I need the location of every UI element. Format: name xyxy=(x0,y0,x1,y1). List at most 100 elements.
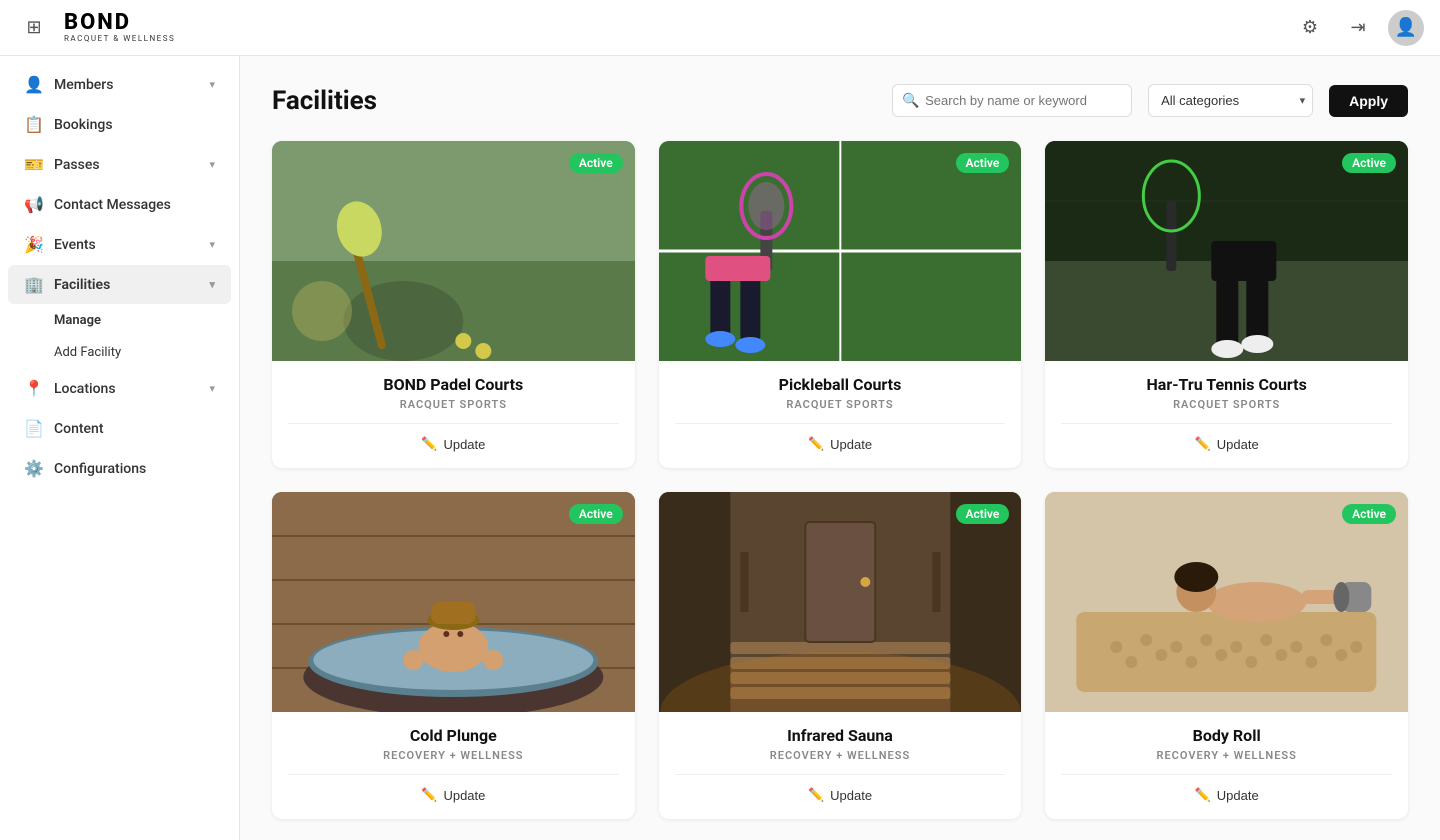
card-name-body-roll: Body Roll xyxy=(1061,726,1392,745)
sidebar-item-members[interactable]: 👤 Members ▾ xyxy=(8,65,231,104)
update-button-bond-padel[interactable]: ✏️ Update xyxy=(421,436,485,452)
apply-label: Apply xyxy=(1349,93,1388,109)
sidebar-sub-label-add-facility: Add Facility xyxy=(54,345,121,360)
card-category-tennis: RACQUET SPORTS xyxy=(1061,398,1392,411)
pencil-icon-body-roll: ✏️ xyxy=(1195,787,1211,803)
padel-illustration xyxy=(272,141,635,361)
facility-card-infrared-sauna: Active Infrared Sauna RECOVERY + WELLNES… xyxy=(659,492,1022,819)
grid-icon: ⊞ xyxy=(26,17,41,38)
logo: BOND RACQUET & WELLNESS xyxy=(64,12,175,43)
card-category-pickleball: RACQUET SPORTS xyxy=(675,398,1006,411)
pencil-icon-infrared-sauna: ✏️ xyxy=(808,787,824,803)
sidebar-label-bookings: Bookings xyxy=(54,117,113,133)
logo-text: BOND xyxy=(64,12,175,34)
update-label-body-roll: Update xyxy=(1217,788,1259,803)
category-select-wrapper: All categories Racquet Sports Recovery +… xyxy=(1148,84,1313,117)
sidebar-item-facilities[interactable]: 🏢 Facilities ▾ xyxy=(8,265,231,304)
card-name-pickleball: Pickleball Courts xyxy=(675,375,1006,394)
card-divider-infrared-sauna xyxy=(675,774,1006,775)
card-name-cold-plunge: Cold Plunge xyxy=(288,726,619,745)
facility-card-tennis: Active Har-Tru Tennis Courts RACQUET SPO… xyxy=(1045,141,1408,468)
card-divider xyxy=(288,423,619,424)
facility-card-bond-padel: Active BOND Padel Courts RACQUET SPORTS … xyxy=(272,141,635,468)
sidebar-label-events: Events xyxy=(54,237,96,253)
update-label-bond-padel: Update xyxy=(443,437,485,452)
sidebar-label-facilities: Facilities xyxy=(54,277,110,293)
update-button-pickleball[interactable]: ✏️ Update xyxy=(808,436,872,452)
card-divider-body-roll xyxy=(1061,774,1392,775)
main-content: Facilities 🔍 All categories Racquet Spor… xyxy=(240,56,1440,840)
chevron-locations: ▾ xyxy=(209,382,215,395)
card-image-body-roll: Active xyxy=(1045,492,1408,712)
update-button-tennis[interactable]: ✏️ Update xyxy=(1195,436,1259,452)
chevron-events: ▾ xyxy=(209,238,215,251)
sidebar-item-events[interactable]: 🎉 Events ▾ xyxy=(8,225,231,264)
sidebar-sub-label-manage: Manage xyxy=(54,313,101,328)
sidebar-sub-item-add-facility[interactable]: Add Facility xyxy=(8,337,231,368)
members-icon: 👤 xyxy=(24,75,44,94)
card-image-bond-padel: Active xyxy=(272,141,635,361)
pickleball-illustration xyxy=(659,141,1022,361)
pencil-icon-cold-plunge: ✏️ xyxy=(421,787,437,803)
apply-button[interactable]: Apply xyxy=(1329,85,1408,117)
logout-icon: ⇥ xyxy=(1350,17,1365,38)
update-button-cold-plunge[interactable]: ✏️ Update xyxy=(421,787,485,803)
sidebar-label-locations: Locations xyxy=(54,381,116,397)
sidebar-item-locations[interactable]: 📍 Locations ▾ xyxy=(8,369,231,408)
status-badge-bond-padel: Active xyxy=(569,153,623,173)
status-badge-cold-plunge: Active xyxy=(569,504,623,524)
user-icon: 👤 xyxy=(1395,17,1417,38)
passes-icon: 🎫 xyxy=(24,155,44,174)
card-image-infrared-sauna: Active xyxy=(659,492,1022,712)
gear-icon: ⚙ xyxy=(1302,17,1318,38)
topbar: ⊞ BOND RACQUET & WELLNESS ⚙ ⇥ 👤 xyxy=(0,0,1440,56)
sidebar-label-content: Content xyxy=(54,421,104,437)
body-roll-illustration xyxy=(1045,492,1408,712)
update-button-body-roll[interactable]: ✏️ Update xyxy=(1195,787,1259,803)
card-category-bond-padel: RACQUET SPORTS xyxy=(288,398,619,411)
update-label-tennis: Update xyxy=(1217,437,1259,452)
card-category-infrared-sauna: RECOVERY + WELLNESS xyxy=(675,749,1006,762)
status-badge-body-roll: Active xyxy=(1342,504,1396,524)
sidebar: 👤 Members ▾ 📋 Bookings 🎫 Passes ▾ 📢 Cont… xyxy=(0,56,240,840)
facility-card-cold-plunge: Active Cold Plunge RECOVERY + WELLNESS ✏… xyxy=(272,492,635,819)
status-badge-infrared-sauna: Active xyxy=(956,504,1010,524)
sidebar-item-bookings[interactable]: 📋 Bookings xyxy=(8,105,231,144)
chevron-facilities: ▾ xyxy=(209,278,215,291)
config-icon: ⚙️ xyxy=(24,459,44,478)
events-icon: 🎉 xyxy=(24,235,44,254)
pencil-icon-pickleball: ✏️ xyxy=(808,436,824,452)
category-select[interactable]: All categories Racquet Sports Recovery +… xyxy=(1148,84,1313,117)
sidebar-label-members: Members xyxy=(54,77,113,93)
update-button-infrared-sauna[interactable]: ✏️ Update xyxy=(808,787,872,803)
pencil-icon-tennis: ✏️ xyxy=(1195,436,1211,452)
sidebar-item-configurations[interactable]: ⚙️ Configurations xyxy=(8,449,231,488)
sidebar-item-passes[interactable]: 🎫 Passes ▾ xyxy=(8,145,231,184)
sidebar-label-config: Configurations xyxy=(54,461,146,477)
content-icon: 📄 xyxy=(24,419,44,438)
sidebar-item-contact-messages[interactable]: 📢 Contact Messages xyxy=(8,185,231,224)
contact-icon: 📢 xyxy=(24,195,44,214)
status-badge-pickleball: Active xyxy=(956,153,1010,173)
sidebar-sub-item-manage[interactable]: Manage xyxy=(8,305,231,336)
facilities-grid: Active BOND Padel Courts RACQUET SPORTS … xyxy=(272,141,1408,819)
card-body-body-roll: Body Roll RECOVERY + WELLNESS ✏️ Update xyxy=(1045,712,1408,819)
sidebar-item-content[interactable]: 📄 Content xyxy=(8,409,231,448)
page-title: Facilities xyxy=(272,86,876,116)
sidebar-label-contact: Contact Messages xyxy=(54,197,171,213)
search-input[interactable] xyxy=(892,84,1132,117)
card-body-pickleball: Pickleball Courts RACQUET SPORTS ✏️ Upda… xyxy=(659,361,1022,468)
settings-button[interactable]: ⚙ xyxy=(1292,10,1328,46)
card-image-pickleball: Active xyxy=(659,141,1022,361)
tennis-illustration xyxy=(1045,141,1408,361)
grid-menu-button[interactable]: ⊞ xyxy=(16,10,52,46)
card-name-tennis: Har-Tru Tennis Courts xyxy=(1061,375,1392,394)
logout-button[interactable]: ⇥ xyxy=(1340,10,1376,46)
pencil-icon: ✏️ xyxy=(421,436,437,452)
chevron-passes: ▾ xyxy=(209,158,215,171)
avatar[interactable]: 👤 xyxy=(1388,10,1424,46)
update-label-infrared-sauna: Update xyxy=(830,788,872,803)
facility-card-body-roll: Active Body Roll RECOVERY + WELLNESS ✏️ … xyxy=(1045,492,1408,819)
locations-icon: 📍 xyxy=(24,379,44,398)
chevron-members: ▾ xyxy=(209,78,215,91)
